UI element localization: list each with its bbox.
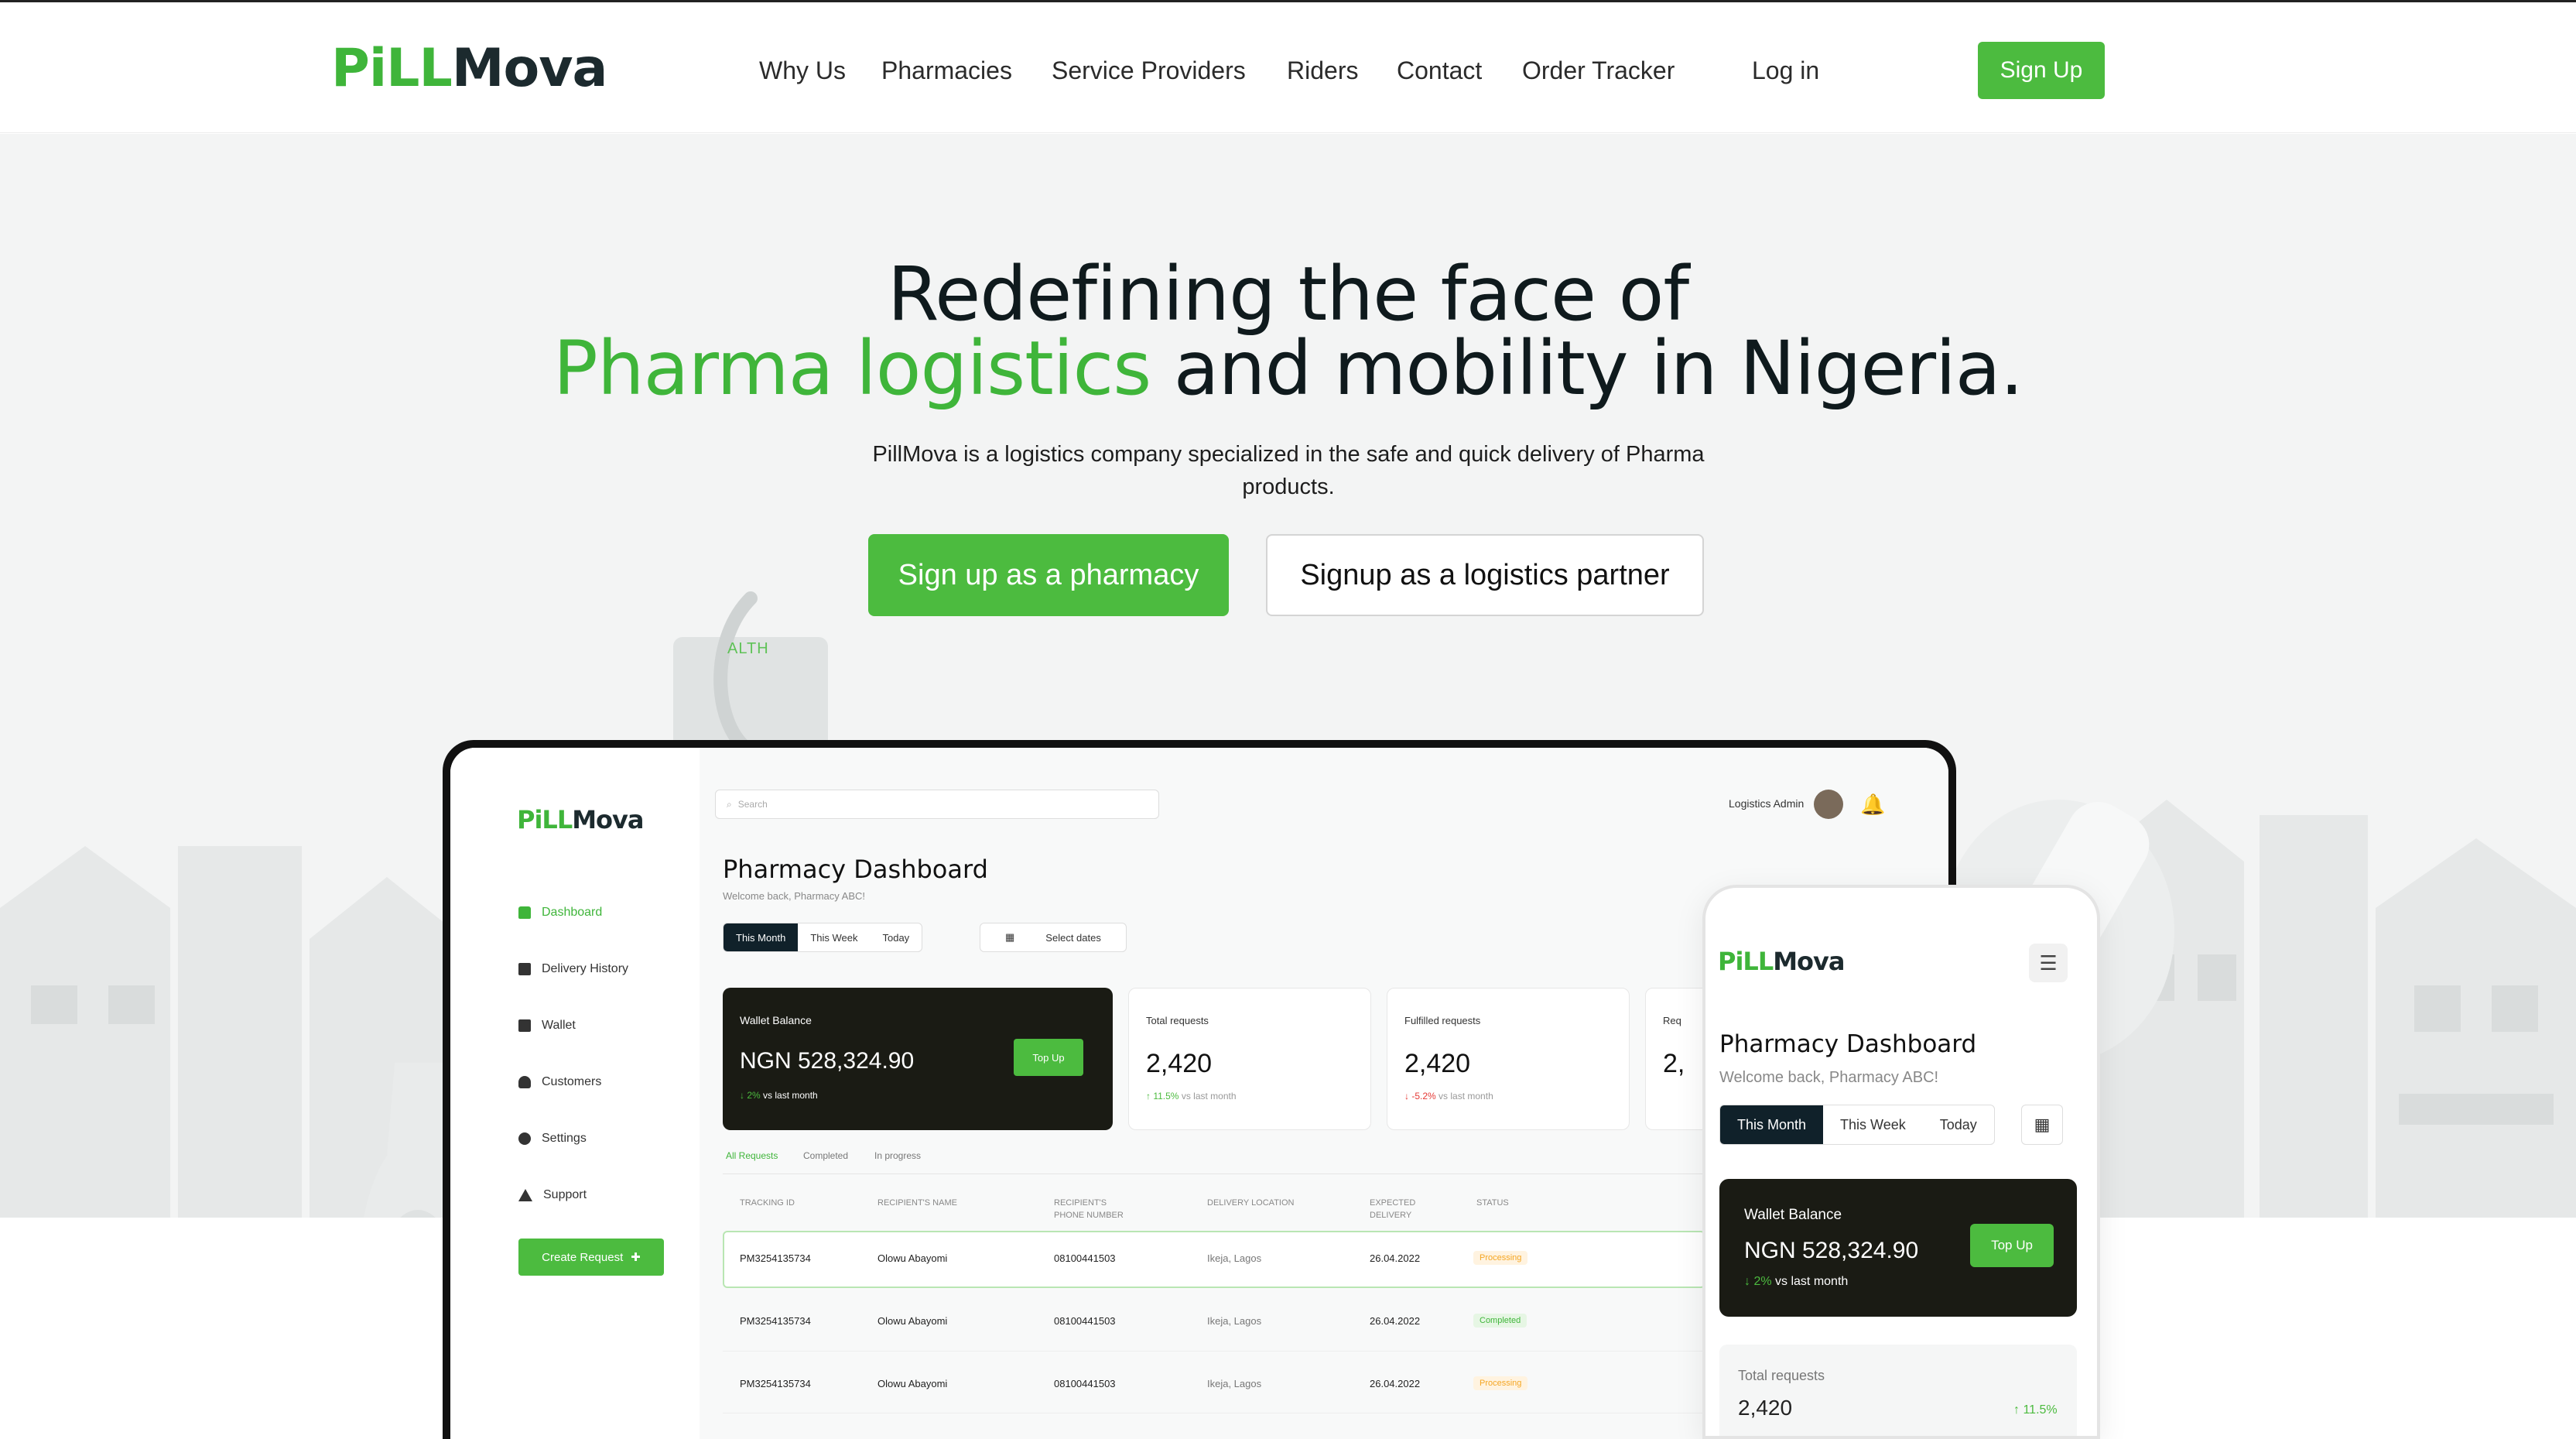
create-request-button[interactable]: Create Request ✚ — [518, 1239, 664, 1276]
sidebar-item-settings[interactable]: Settings — [518, 1132, 587, 1146]
sidebar-item-support[interactable]: Support — [518, 1188, 587, 1202]
calendar-icon: ▦ — [1005, 931, 1015, 943]
top-up-button[interactable]: Top Up — [1014, 1039, 1083, 1076]
user-icon — [518, 1076, 531, 1088]
period-this-month[interactable]: This Month — [724, 923, 799, 951]
pillmova-logo[interactable]: PiLLMova — [331, 38, 607, 99]
dashboard-sidebar: PiLLMova Dashboard Delivery History Wall… — [450, 748, 700, 1439]
mobile-calendar-button[interactable]: ▦ — [2021, 1105, 2063, 1145]
col-status: STATUS — [1476, 1198, 1509, 1208]
mobile-period-today[interactable]: Today — [1923, 1105, 1994, 1144]
arrow-down-icon: ↓ — [1744, 1275, 1750, 1288]
arrow-down-icon: ↓ — [1404, 1091, 1409, 1102]
period-today[interactable]: Today — [870, 923, 922, 951]
arrow-up-icon: ↑ — [2013, 1403, 2020, 1417]
phone-dashboard-mockup: PiLLMova ☰ Pharmacy Dashboard Welcome ba… — [1702, 885, 2100, 1439]
status-badge: Completed — [1473, 1314, 1527, 1328]
calendar-icon: ▦ — [2034, 1115, 2051, 1134]
stat-total-requests: Total requests 2,420 ↑ 11.5% vs last mon… — [1128, 988, 1371, 1130]
bell-icon[interactable]: 🔔 — [1860, 793, 1885, 817]
mobile-stat-card: Total requests 2,420 ↑ 11.5% — [1719, 1345, 2077, 1436]
hero-heading-line2: Pharma logistics and mobility in Nigeria… — [552, 325, 2024, 412]
tab-all-requests[interactable]: All Requests — [726, 1150, 778, 1161]
tab-underline — [723, 1173, 1705, 1174]
mobile-top-up-button[interactable]: Top Up — [1970, 1224, 2054, 1267]
col-tracking-id: TRACKING ID — [740, 1198, 795, 1208]
status-badge: Processing — [1473, 1376, 1528, 1390]
hamburger-menu-icon[interactable]: ☰ — [2029, 944, 2068, 982]
nav-pharmacies[interactable]: Pharmacies — [881, 57, 1012, 85]
signup-button[interactable]: Sign Up — [1978, 42, 2105, 99]
mobile-page-title: Pharmacy Dashboard — [1719, 1030, 1977, 1058]
col-delivery-location: DELIVERY LOCATION — [1207, 1198, 1295, 1208]
mobile-welcome-text: Welcome back, Pharmacy ABC! — [1719, 1069, 1939, 1086]
search-icon: ⌕ — [727, 798, 732, 810]
mobile-period-selector: This Month This Week Today — [1719, 1105, 1995, 1145]
home-icon — [518, 906, 531, 919]
dashboard-logo: PiLLMova — [517, 805, 644, 834]
mobile-period-this-month[interactable]: This Month — [1720, 1105, 1824, 1144]
mobile-wallet-balance: NGN 528,324.90 — [1744, 1238, 1919, 1263]
avatar[interactable] — [1814, 790, 1843, 819]
nav-order-tracker[interactable]: Order Tracker — [1522, 57, 1675, 85]
wallet-icon — [518, 1019, 531, 1032]
add-user-icon: ✚ — [631, 1251, 641, 1264]
mobile-logo: PiLLMova — [1718, 947, 1845, 976]
hero-subtitle: PillMova is a logistics company speciali… — [872, 442, 1705, 499]
hero-heading-line1: Redefining the face of — [887, 251, 1689, 337]
nav-service-providers[interactable]: Service Providers — [1052, 57, 1246, 85]
search-input[interactable]: ⌕ Search — [715, 790, 1159, 819]
page-title: Pharmacy Dashboard — [723, 855, 988, 884]
welcome-text: Welcome back, Pharmacy ABC! — [723, 890, 865, 902]
period-this-week[interactable]: This Week — [798, 923, 870, 951]
sidebar-item-delivery-history[interactable]: Delivery History — [518, 962, 628, 976]
sidebar-item-wallet[interactable]: Wallet — [518, 1019, 576, 1033]
wallet-card: Wallet Balance NGN 528,324.90 ↓ 2% vs la… — [723, 988, 1113, 1130]
gear-icon — [518, 1132, 531, 1145]
nav-why-us[interactable]: Why Us — [759, 57, 846, 85]
col-recipient-name: RECIPIENT'S NAME — [877, 1198, 957, 1208]
bottle-label-text: ALTH — [727, 640, 769, 657]
wallet-balance: NGN 528,324.90 — [740, 1048, 915, 1074]
warning-icon — [518, 1189, 532, 1201]
status-badge: Processing — [1473, 1251, 1528, 1265]
signup-logistics-button[interactable]: Signup as a logistics partner — [1266, 534, 1704, 616]
sidebar-item-customers[interactable]: Customers — [518, 1075, 601, 1089]
tab-completed[interactable]: Completed — [803, 1150, 848, 1161]
select-dates-button[interactable]: ▦ Select dates — [980, 923, 1127, 952]
signup-pharmacy-button[interactable]: Sign up as a pharmacy — [868, 534, 1229, 616]
mobile-period-this-week[interactable]: This Week — [1823, 1105, 1923, 1144]
arrow-down-icon: ↓ — [740, 1090, 744, 1101]
login-link[interactable]: Log in — [1752, 57, 1819, 85]
stat-fulfilled-requests: Fulfilled requests 2,420 ↓ -5.2% vs last… — [1387, 988, 1630, 1130]
top-navbar: PiLLMova Why Us Pharmacies Service Provi… — [0, 0, 2576, 133]
tab-in-progress[interactable]: In progress — [874, 1150, 921, 1161]
arrow-up-icon: ↑ — [1146, 1091, 1151, 1102]
period-selector: This Month This Week Today — [723, 923, 923, 952]
col-recipient-phone: RECIPIENT'S PHONE NUMBER — [1054, 1198, 1124, 1220]
clipboard-icon — [518, 963, 531, 975]
mobile-wallet-card: Wallet Balance NGN 528,324.90 ↓ 2% vs la… — [1719, 1179, 2077, 1317]
nav-riders[interactable]: Riders — [1287, 57, 1358, 85]
admin-user-label: Logistics Admin — [1729, 797, 1805, 810]
nav-contact[interactable]: Contact — [1397, 57, 1482, 85]
col-expected-delivery: EXPECTED DELIVERY — [1370, 1198, 1416, 1220]
sidebar-item-dashboard[interactable]: Dashboard — [518, 906, 602, 920]
